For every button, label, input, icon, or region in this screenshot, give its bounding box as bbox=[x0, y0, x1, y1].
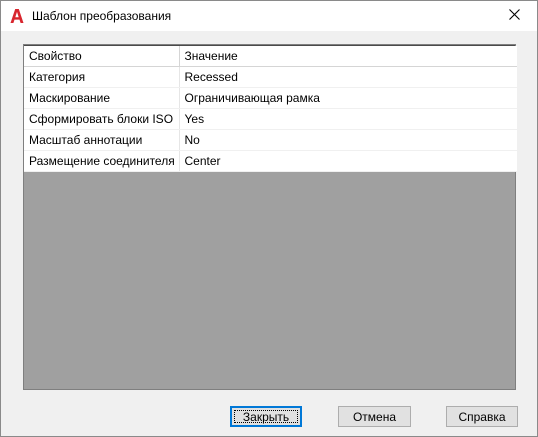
property-cell[interactable]: Масштаб аннотации bbox=[24, 129, 180, 151]
property-cell[interactable]: Сформировать блоки ISO bbox=[24, 108, 180, 130]
window-title: Шаблон преобразования bbox=[32, 9, 172, 23]
close-button[interactable]: Закрыть bbox=[230, 406, 302, 427]
property-cell[interactable]: Категория bbox=[24, 66, 180, 88]
dialog-window: Шаблон преобразования Свойство Значение … bbox=[0, 0, 538, 437]
table-row[interactable]: Категория Recessed bbox=[24, 66, 517, 88]
table-row[interactable]: Сформировать блоки ISO Yes bbox=[24, 108, 517, 130]
header-row: Свойство Значение bbox=[24, 46, 517, 67]
column-header-value[interactable]: Значение bbox=[179, 46, 517, 67]
table-row[interactable]: Размещение соединителя Center bbox=[24, 150, 517, 172]
property-cell[interactable]: Маскирование bbox=[24, 87, 180, 109]
property-cell[interactable]: Размещение соединителя bbox=[24, 150, 180, 172]
properties-grid: Свойство Значение Категория Recessed Мас… bbox=[23, 44, 517, 390]
column-header-property[interactable]: Свойство bbox=[24, 46, 180, 67]
close-icon bbox=[508, 9, 520, 23]
table-row[interactable]: Маскирование Ограничивающая рамка bbox=[24, 87, 517, 109]
cancel-button[interactable]: Отмена bbox=[338, 406, 411, 427]
properties-table: Свойство Значение Категория Recessed Мас… bbox=[24, 46, 517, 172]
value-cell[interactable]: Ограничивающая рамка bbox=[179, 87, 517, 109]
window-close-button[interactable] bbox=[491, 1, 537, 31]
value-cell[interactable]: Yes bbox=[179, 108, 517, 130]
value-cell[interactable]: No bbox=[179, 129, 517, 151]
help-button-label: Справка bbox=[458, 409, 506, 424]
table-row[interactable]: Масштаб аннотации No bbox=[24, 129, 517, 151]
value-cell[interactable]: Center bbox=[179, 150, 517, 172]
title-bar: Шаблон преобразования bbox=[1, 1, 537, 31]
value-cell[interactable]: Recessed bbox=[179, 66, 517, 88]
help-button[interactable]: Справка bbox=[446, 406, 518, 427]
focus-rectangle bbox=[234, 410, 298, 423]
cancel-button-label: Отмена bbox=[352, 409, 397, 424]
autocad-a-icon bbox=[10, 8, 24, 24]
